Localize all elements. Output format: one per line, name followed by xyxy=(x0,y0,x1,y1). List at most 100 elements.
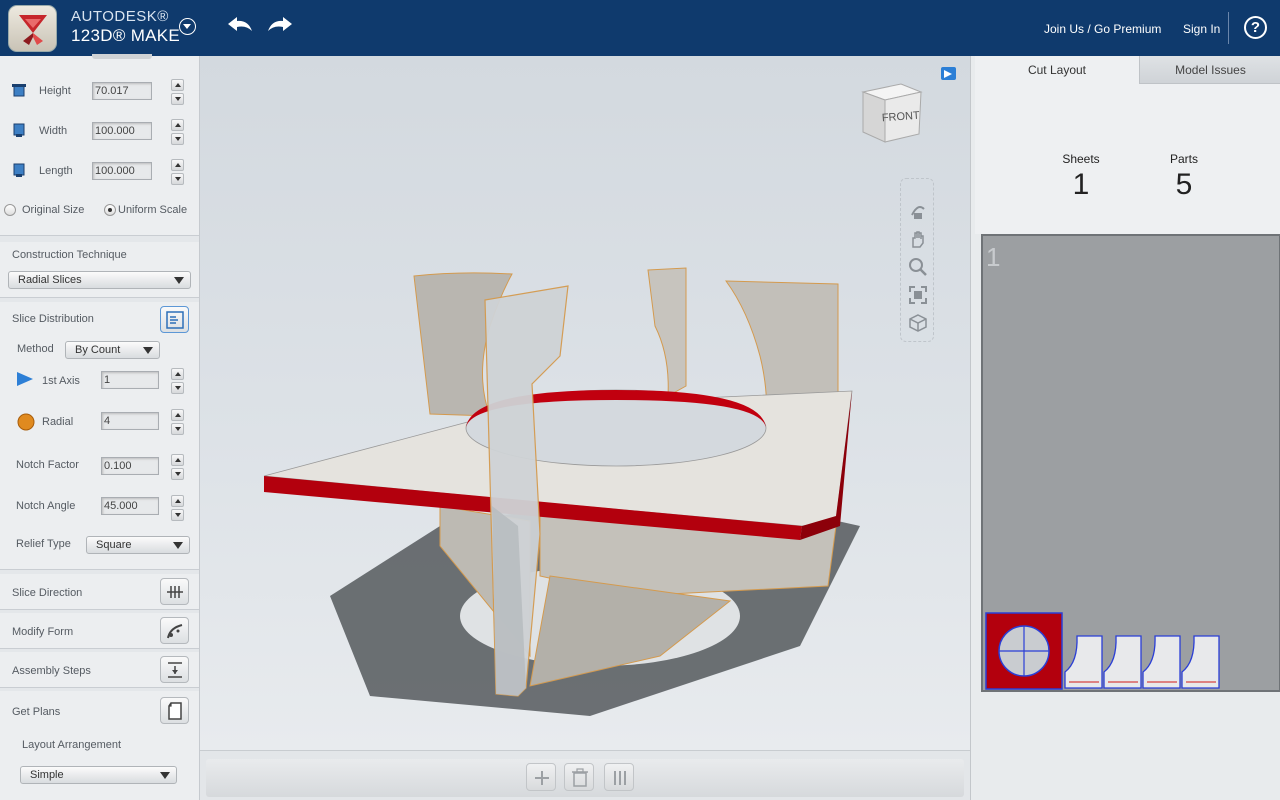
tab-model-issues[interactable]: Model Issues xyxy=(1139,56,1280,84)
cut-layout-stats: Sheets 1 Parts 5 xyxy=(975,84,1280,234)
notch-angle-input[interactable]: 45.000 xyxy=(101,497,159,515)
modify-form-label: Modify Form xyxy=(12,626,74,638)
notch-factor-stepper[interactable] xyxy=(171,454,184,480)
slices-icon xyxy=(614,771,626,785)
sheets-label: Sheets xyxy=(1062,152,1100,166)
left-panel: Height 70.017 Width 100.000 Length 100.0… xyxy=(0,54,200,800)
join-premium-link[interactable]: Join Us / Go Premium xyxy=(1044,22,1161,36)
length-label: Length xyxy=(39,165,73,177)
sheet-parts xyxy=(985,612,1220,690)
document-icon xyxy=(168,702,182,720)
add-icon xyxy=(535,771,549,785)
layout-arrangement-label: Layout Arrangement xyxy=(22,739,122,751)
slices-toggle-button[interactable] xyxy=(604,763,634,791)
notch-angle-label: Notch Angle xyxy=(16,500,76,512)
height-input[interactable]: 70.017 xyxy=(92,82,152,100)
radial-input[interactable]: 4 xyxy=(101,412,159,430)
part-slice-4[interactable] xyxy=(1181,635,1220,689)
get-plans-label: Get Plans xyxy=(12,706,61,718)
modify-form-section[interactable]: Modify Form xyxy=(0,613,199,649)
assembly-steps-button[interactable] xyxy=(160,656,189,683)
app-brand: AUTODESK® 123D® MAKE xyxy=(71,9,180,44)
notch-factor-input[interactable]: 0.100 xyxy=(101,457,159,475)
method-select[interactable]: By Count xyxy=(65,341,160,359)
construction-technique-section: Construction Technique Radial Slices xyxy=(0,242,199,298)
sign-in-link[interactable]: Sign In xyxy=(1183,22,1220,36)
tab-cut-layout[interactable]: Cut Layout xyxy=(975,56,1139,84)
radial-stepper[interactable] xyxy=(171,409,184,435)
width-icon xyxy=(13,123,25,137)
sheets-count: 1 xyxy=(1072,168,1090,201)
3d-viewport[interactable]: FRONT xyxy=(200,56,970,750)
uniform-scale-radio[interactable] xyxy=(104,204,116,216)
modify-form-icon xyxy=(167,624,183,639)
width-label: Width xyxy=(39,125,68,137)
brand-company: AUTODESK® xyxy=(71,8,169,25)
bottom-toolbar xyxy=(200,750,970,800)
first-axis-input[interactable]: 1 xyxy=(101,371,159,389)
slice-distribution-button[interactable] xyxy=(160,306,189,333)
sheet-number: 1 xyxy=(986,242,1001,272)
layout-arrangement-select[interactable]: Simple xyxy=(20,766,177,784)
modify-form-button[interactable] xyxy=(160,617,189,644)
list-icon xyxy=(166,311,184,329)
right-panel: Cut Layout Model Issues Sheets 1 Parts 5… xyxy=(970,56,1280,800)
add-object-button[interactable] xyxy=(526,763,556,791)
notch-factor-label: Notch Factor xyxy=(16,459,79,471)
parts-count: 5 xyxy=(1175,168,1193,201)
part-base-plate[interactable] xyxy=(985,612,1063,690)
construction-technique-select[interactable]: Radial Slices xyxy=(8,271,191,289)
slice-direction-section[interactable]: Slice Direction xyxy=(0,574,199,610)
height-stepper[interactable] xyxy=(171,79,184,105)
original-size-label: Original Size xyxy=(22,204,85,216)
get-plans-button[interactable] xyxy=(160,697,189,724)
part-slice-3[interactable] xyxy=(1142,635,1181,689)
part-slice-1[interactable] xyxy=(1064,635,1103,689)
uniform-scale-label: Uniform Scale xyxy=(118,204,188,216)
slice-distribution-title: Slice Distribution xyxy=(12,313,94,325)
assembly-steps-label: Assembly Steps xyxy=(12,665,91,677)
notch-angle-stepper[interactable] xyxy=(171,495,184,521)
get-plans-section: Get Plans Layout Arrangement Simple xyxy=(0,691,199,800)
relief-type-select[interactable]: Square xyxy=(86,536,190,554)
app-logo[interactable] xyxy=(8,5,57,52)
section-handle xyxy=(92,54,152,59)
object-size-section: Height 70.017 Width 100.000 Length 100.0… xyxy=(0,54,199,236)
help-icon[interactable]: ? xyxy=(1244,16,1267,39)
slice-direction-icon xyxy=(167,586,183,598)
slice-upper-center xyxy=(647,267,687,397)
top-bar: AUTODESK® 123D® MAKE Join Us / Go Premiu… xyxy=(0,0,1280,56)
first-axis-icon xyxy=(17,372,33,386)
construction-technique-title: Construction Technique xyxy=(12,249,127,261)
app-menu-dropdown-icon[interactable] xyxy=(179,18,196,35)
original-size-radio[interactable] xyxy=(4,204,16,216)
assembly-steps-section[interactable]: Assembly Steps xyxy=(0,652,199,688)
length-icon xyxy=(13,163,25,177)
slice-direction-button[interactable] xyxy=(160,578,189,605)
width-input[interactable]: 100.000 xyxy=(92,122,152,140)
part-slice-2[interactable] xyxy=(1103,635,1142,689)
delete-button[interactable] xyxy=(564,763,594,791)
parts-label: Parts xyxy=(1169,152,1198,166)
cut-sheet[interactable]: 1 xyxy=(981,234,1280,692)
3d-model[interactable] xyxy=(200,56,970,750)
slice-distribution-section: Slice Distribution Method By Count 1st A… xyxy=(0,302,199,570)
redo-icon[interactable] xyxy=(266,15,294,35)
radial-icon xyxy=(17,413,35,431)
height-label: Height xyxy=(39,85,71,97)
relief-type-label: Relief Type xyxy=(16,538,71,550)
radial-label: Radial xyxy=(42,416,74,428)
assembly-steps-icon xyxy=(168,662,182,678)
slice-direction-label: Slice Direction xyxy=(12,587,83,599)
divider xyxy=(1228,12,1229,44)
length-stepper[interactable] xyxy=(171,159,184,185)
method-label: Method xyxy=(17,343,54,355)
length-input[interactable]: 100.000 xyxy=(92,162,152,180)
height-icon xyxy=(12,84,26,97)
width-stepper[interactable] xyxy=(171,119,184,145)
first-axis-label: 1st Axis xyxy=(42,375,80,387)
logo-icon xyxy=(19,15,47,45)
brand-product: 123D® MAKE xyxy=(71,26,181,45)
first-axis-stepper[interactable] xyxy=(171,368,184,394)
undo-icon[interactable] xyxy=(226,15,254,35)
